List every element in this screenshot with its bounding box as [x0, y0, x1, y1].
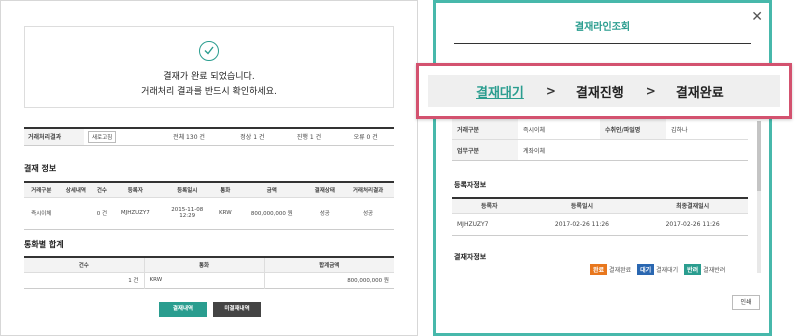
cell-user: MJHZUZY7 — [120, 210, 150, 216]
chevron-right-icon: > — [645, 84, 656, 98]
cell-date-time: 12:29 — [179, 213, 196, 219]
work-label: 업무구분 — [452, 139, 518, 161]
cell-reg-date: 2017-02-26 11:26 — [554, 220, 609, 228]
summary-total: 전체 130 건 — [173, 134, 205, 142]
legend-text: 결재완료 — [609, 267, 632, 274]
col-header: 건수 — [93, 182, 111, 198]
check-circle-icon — [199, 41, 219, 61]
currency-sum-title: 통화별 합계 — [24, 240, 64, 249]
table-row: MJHZUZY7 2017-02-26 11:26 2017-02-26 11:… — [452, 213, 748, 235]
step-in-progress[interactable]: 결재진행 — [576, 82, 624, 101]
registrant-info-table: 등록자 등록일시 최종결재일시 MJHZUZY7 2017-02-26 11:2… — [452, 197, 748, 236]
col-header: 등록자 — [110, 182, 160, 198]
table-row: 1 건 KRW 800,000,000 원 — [24, 272, 394, 288]
refresh-button[interactable]: 새로고침 — [88, 130, 117, 143]
completion-submessage: 거래처리 결과를 반드시 확인하세요. — [141, 87, 277, 97]
step-complete[interactable]: 결재완료 — [676, 82, 724, 101]
currency-sum-table: 건수 통화 합계금액 1 건 KRW 800,000,000 원 — [24, 256, 394, 289]
status-legend: 완료 결재완료 대기 결재대기 반려 결재반려 — [586, 264, 725, 275]
recipient-label: 수취인/파일명 — [600, 118, 666, 140]
modal-title: 결재라인조회 — [574, 22, 631, 33]
transaction-info-table: 거래구분 즉시이체 수취인/파일명 김하나 업무구분 계좌이체 — [452, 118, 748, 161]
cell-currency: KRW — [218, 210, 232, 216]
left-panel: 결재가 완료 되었습니다. 거래처리 결과를 반드시 확인하세요. 거래처리결과… — [0, 0, 418, 336]
chevron-right-icon: > — [545, 84, 556, 98]
cell-type: 즉시이체 — [31, 211, 52, 217]
completion-message: 결재가 완료 되었습니다. — [163, 72, 255, 82]
payment-info-title: 결재 정보 — [24, 164, 57, 173]
cell-final-date: 2017-02-26 11:26 — [665, 220, 720, 228]
cell-status: 성공 — [319, 211, 330, 217]
completion-notice: 결재가 완료 되었습니다. 거래처리 결과를 반드시 확인하세요. — [24, 26, 394, 108]
scrollbar-thumb[interactable] — [757, 121, 761, 191]
type-label: 거래구분 — [452, 118, 518, 140]
approval-line-modal: 결재라인조회 ✕ 거래구분 즉시이체 수취인/파일명 김하나 업무구분 계좌이체… — [433, 0, 772, 336]
cell-count: 1 건 — [128, 278, 139, 284]
legend-text: 결재반려 — [703, 267, 726, 274]
divider — [454, 43, 751, 44]
type-value: 즉시이체 — [518, 118, 600, 140]
col-header: 상세내역 — [58, 182, 94, 198]
cell-user: MJHZUZY7 — [457, 220, 489, 228]
summary-label: 거래처리결과 — [24, 128, 84, 145]
summary-error: 오류 0 건 — [353, 134, 378, 142]
col-header: 등록자 — [452, 198, 527, 214]
col-header: 통화 — [143, 257, 264, 273]
legend-text: 결재대기 — [656, 267, 679, 274]
approval-step-band: 결재대기 > 결재진행 > 결재완료 — [416, 63, 792, 119]
col-header: 등록일시 — [526, 198, 638, 214]
registrant-info-title: 등록자정보 — [454, 181, 487, 189]
summary-pending: 진행 1 건 — [296, 134, 322, 142]
cell-result: 성공 — [362, 211, 374, 217]
approval-history-button[interactable]: 결재내역 — [159, 302, 207, 317]
col-header: 거래처리결과 — [342, 182, 394, 198]
col-header: 통화 — [214, 182, 237, 198]
unapproved-history-button[interactable]: 미결재내역 — [213, 302, 261, 317]
approver-info-title: 결재자정보 — [454, 253, 487, 261]
col-header: 거래구분 — [24, 182, 59, 198]
step-waiting[interactable]: 결재대기 — [476, 82, 524, 101]
legend-badge-waiting: 대기 — [637, 264, 655, 275]
recipient-value: 김하나 — [666, 118, 748, 140]
legend-badge-rejected: 반려 — [684, 264, 702, 275]
cell-count: 0 건 — [96, 211, 108, 217]
cell-amount: 800,000,000 원 — [250, 211, 293, 217]
legend-badge-complete: 완료 — [590, 264, 608, 275]
col-header: 등록일시 — [159, 182, 215, 198]
cell-sum: 800,000,000 원 — [263, 272, 394, 288]
print-button[interactable]: 인쇄 — [732, 295, 760, 310]
cell-currency: KRW — [143, 272, 264, 288]
close-icon[interactable]: ✕ — [751, 10, 763, 24]
result-summary-table: 거래처리결과 새로고침 전체 130 건 정상 1 건 진행 1 건 오류 0 … — [24, 127, 394, 146]
cell-detail — [59, 197, 94, 229]
col-header: 합계금액 — [263, 257, 394, 273]
summary-normal: 정상 1 건 — [240, 134, 265, 142]
payment-info-table: 거래구분 상세내역 건수 등록자 등록일시 통화 금액 결재상태 거래처리결과 … — [24, 181, 394, 230]
step-track: 결재대기 > 결재진행 > 결재완료 — [428, 75, 780, 107]
scrollbar[interactable] — [757, 121, 761, 273]
col-header: 결재상태 — [307, 182, 343, 198]
col-header: 금액 — [236, 182, 308, 198]
cell-date: 2015-11-08 12:29 — [160, 197, 215, 229]
col-header: 건수 — [24, 257, 144, 273]
col-header: 최종결재일시 — [637, 198, 748, 214]
table-row: 즉시이체 0 건 MJHZUZY7 2015-11-08 12:29 KRW 80… — [24, 197, 394, 229]
work-value: 계좌이체 — [518, 139, 600, 161]
